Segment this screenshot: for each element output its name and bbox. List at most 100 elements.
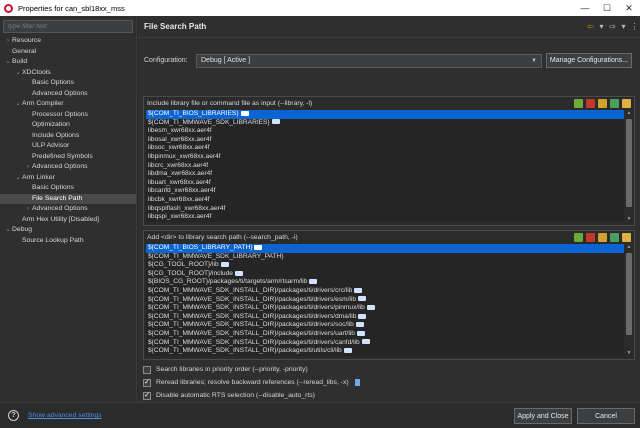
tree-item[interactable]: ⌄Arm Compiler — [0, 99, 136, 110]
chevron-down-icon[interactable]: ⌄ — [14, 173, 22, 184]
list-item[interactable]: ${CG_TOOL_ROOT}/lib — [146, 261, 624, 270]
search-list-scrollbar[interactable]: ▲ ▼ — [625, 244, 633, 356]
move-down-icon[interactable] — [622, 232, 631, 242]
tree-item[interactable]: General — [0, 47, 136, 58]
edit-icon[interactable] — [598, 232, 607, 242]
list-item[interactable]: ${CG_TOOL_ROOT}/include — [146, 270, 624, 279]
list-item[interactable]: ${COM_TI_MMWAVE_SDK_INSTALL_DIR}/package… — [146, 313, 624, 322]
back-dropdown-icon[interactable]: ▾ — [596, 22, 607, 31]
include-list-scrollbar[interactable]: ▲ ▼ — [625, 110, 633, 222]
checkbox-unchecked[interactable] — [143, 365, 151, 374]
chevron-right-icon[interactable]: › — [4, 36, 12, 47]
scroll-up-icon[interactable]: ▲ — [625, 244, 633, 250]
move-down-icon[interactable] — [622, 98, 631, 108]
close-button[interactable]: ✕ — [618, 3, 640, 14]
list-item[interactable]: ${COM_TI_MMWAVE_SDK_INSTALL_DIR}/package… — [146, 304, 624, 313]
list-item[interactable]: libqspiflash_xwr68xx.aer4f — [146, 205, 624, 214]
move-up-icon[interactable] — [610, 232, 619, 242]
chevron-right-icon[interactable]: › — [24, 204, 32, 215]
add-icon[interactable] — [574, 232, 583, 242]
tree-item[interactable]: Processor Options — [0, 110, 136, 121]
configuration-select[interactable]: Debug [ Active ] ▼ — [196, 53, 542, 68]
list-item[interactable]: ${COM_TI_MMWAVE_SDK_LIBRARIES} — [146, 119, 624, 128]
chevron-down-icon[interactable]: ⌄ — [4, 57, 12, 68]
list-item[interactable]: libcrc_xwr68xx.aer4f — [146, 162, 624, 171]
list-item[interactable]: libdma_xwr68xx.aer4f — [146, 170, 624, 179]
scroll-down-icon[interactable]: ▼ — [625, 350, 633, 356]
chevron-down-icon[interactable]: ⌄ — [14, 68, 22, 79]
tree-item[interactable]: › Advanced Options — [0, 204, 136, 215]
cancel-button[interactable]: Cancel — [577, 408, 635, 424]
tree-item[interactable]: Basic Options — [0, 78, 136, 89]
list-item[interactable]: libqspi_xwr68xx.aer4f — [146, 213, 624, 222]
tree-item[interactable]: ⌄Arm Linker — [0, 173, 136, 184]
list-item[interactable]: ${COM_TI_MMWAVE_SDK_LIBRARY_PATH} — [146, 253, 624, 262]
maximize-button[interactable]: ☐ — [596, 3, 618, 14]
tree-item[interactable]: File Search Path — [0, 193, 136, 204]
scroll-thumb[interactable] — [626, 119, 632, 207]
view-menu-icon[interactable]: ⋮ — [629, 22, 640, 31]
list-item[interactable]: libcanfd_xwr68xx.aer4f — [146, 187, 624, 196]
forward-arrow-icon[interactable]: ⇨ — [607, 22, 618, 31]
option-checkbox-row[interactable]: Search libraries in priority order (--pr… — [143, 363, 360, 376]
manage-configurations-button[interactable]: Manage Configurations... — [546, 53, 632, 68]
list-item[interactable]: libcbk_xwr68xx.aer4f — [146, 196, 624, 205]
help-icon[interactable]: ? — [8, 410, 19, 421]
scroll-up-icon[interactable]: ▲ — [625, 110, 633, 116]
tree-item[interactable]: › Resource — [0, 36, 136, 47]
checkbox-checked[interactable]: ✓ — [143, 378, 151, 387]
tree-item[interactable]: Basic Options — [0, 183, 136, 194]
tree-item[interactable]: Arm Hex Utility [Disabled] — [0, 215, 136, 226]
include-library-list[interactable]: ${COM_TI_BIOS_LIBRARIES} ${COM_TI_MMWAVE_… — [146, 110, 624, 222]
add-icon[interactable] — [574, 98, 583, 108]
filter-input[interactable]: type filter text — [3, 20, 133, 33]
list-item[interactable]: ${BIOS_CG_ROOT}/packages/ti/targets/arm/… — [146, 278, 624, 287]
list-item-text: ${COM_TI_BIOS_LIBRARY_PATH} — [148, 244, 253, 251]
list-item[interactable]: libesm_xwr68xx.aer4f — [146, 127, 624, 136]
show-advanced-settings-link[interactable]: Show advanced settings — [28, 412, 102, 419]
delete-icon[interactable] — [586, 98, 595, 108]
minimize-button[interactable]: — — [574, 3, 596, 13]
info-icon[interactable] — [354, 379, 360, 386]
list-item[interactable]: libsoc_xwr68xx.aer4f — [146, 144, 624, 153]
tree-item[interactable]: ⌄XDCtools — [0, 68, 136, 79]
chevron-down-icon[interactable]: ⌄ — [4, 225, 12, 236]
list-item[interactable]: ${COM_TI_BIOS_LIBRARIES} — [146, 110, 624, 119]
tree-item[interactable]: › Advanced Options — [0, 162, 136, 173]
tree-item[interactable]: ⌄Debug — [0, 225, 136, 236]
scroll-down-icon[interactable]: ▼ — [625, 216, 633, 222]
tree-item[interactable]: Source Lookup Path — [0, 236, 136, 247]
tree-item[interactable]: ⌄Build — [0, 57, 136, 68]
move-up-icon[interactable] — [610, 98, 619, 108]
list-item[interactable]: ${COM_TI_MMWAVE_SDK_INSTALL_DIR}/package… — [146, 321, 624, 330]
scroll-thumb[interactable] — [626, 253, 632, 335]
option-checkbox-row[interactable]: ✓ Reread libraries; resolve backward refe… — [143, 376, 360, 389]
checkbox-checked[interactable]: ✓ — [143, 391, 151, 400]
tree-item[interactable]: ULP Advisor — [0, 141, 136, 152]
list-item[interactable]: ${COM_TI_MMWAVE_SDK_INSTALL_DIR}/package… — [146, 339, 624, 348]
back-arrow-icon[interactable]: ⇦ — [585, 22, 596, 31]
list-item[interactable]: libuart_xwr68xx.aer4f — [146, 179, 624, 188]
chevron-right-icon[interactable]: › — [24, 162, 32, 173]
tree-item[interactable]: Predefined Symbols — [0, 152, 136, 163]
tree-item[interactable]: Include Options — [0, 131, 136, 142]
list-item[interactable]: libosal_xwr68xx.aer4f — [146, 136, 624, 145]
tree-item[interactable]: Optimization — [0, 120, 136, 131]
forward-dropdown-icon[interactable]: ▾ — [618, 22, 629, 31]
option-checkbox-row[interactable]: ✓ Disable automatic RTS selection (--disa… — [143, 389, 360, 402]
variable-indicator-icon — [366, 304, 375, 310]
edit-icon[interactable] — [598, 98, 607, 108]
chevron-down-icon[interactable]: ⌄ — [14, 99, 22, 110]
list-item[interactable]: ${COM_TI_MMWAVE_SDK_INSTALL_DIR}/package… — [146, 287, 624, 296]
tree-item[interactable]: Advanced Options — [0, 89, 136, 100]
search-path-list[interactable]: ${COM_TI_BIOS_LIBRARY_PATH} ${COM_TI_MMWA… — [146, 244, 624, 356]
list-item[interactable]: libpinmux_xwr68xx.aer4f — [146, 153, 624, 162]
list-item-text: libsoc_xwr68xx.aer4f — [148, 144, 210, 152]
list-item[interactable]: ${COM_TI_MMWAVE_SDK_INSTALL_DIR}/package… — [146, 330, 624, 339]
list-item[interactable]: ${COM_TI_MMWAVE_SDK_INSTALL_DIR}/package… — [146, 296, 624, 305]
delete-icon[interactable] — [586, 232, 595, 242]
list-item[interactable]: ${COM_TI_BIOS_LIBRARY_PATH} — [146, 244, 624, 253]
apply-and-close-button[interactable]: Apply and Close — [514, 408, 572, 424]
tree-item-label: Include Options — [32, 131, 80, 139]
list-item[interactable]: ${COM_TI_MMWAVE_SDK_INSTALL_DIR}/package… — [146, 347, 624, 356]
